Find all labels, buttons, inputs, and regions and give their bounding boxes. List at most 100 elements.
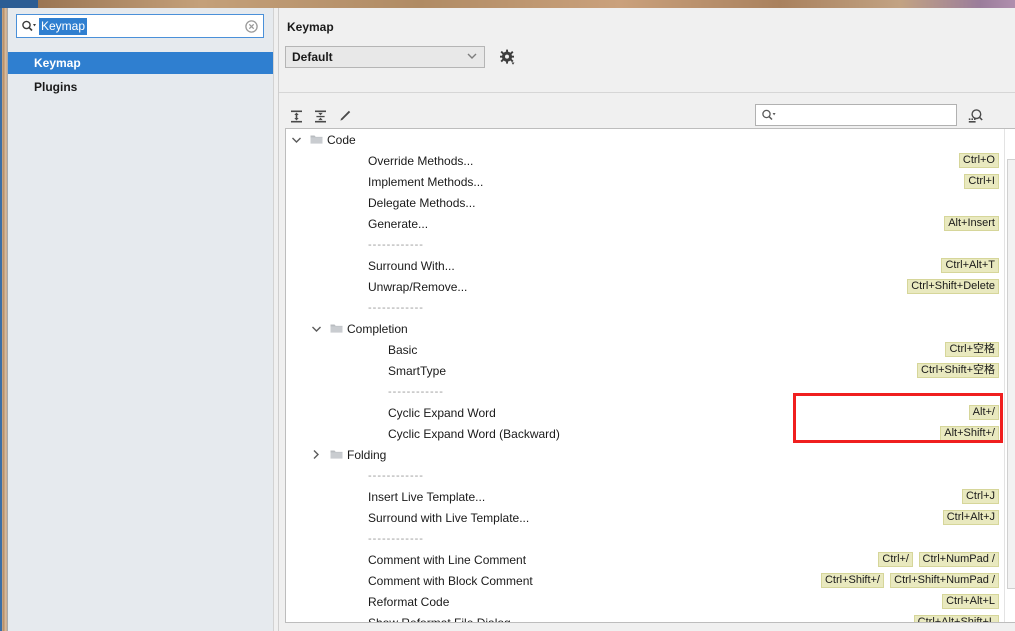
- sidebar-item-keymap[interactable]: Keymap: [8, 52, 273, 74]
- tree-row-label: Override Methods...: [368, 153, 474, 168]
- screenshot-root: Keymap Keymap Plugins Keymap Default Cod…: [0, 0, 1015, 631]
- tree-row-label: Reformat Code: [368, 594, 450, 609]
- shortcut-badge: Ctrl+I: [964, 174, 999, 189]
- tree-row-label: Code: [327, 132, 356, 147]
- settings-search-input[interactable]: Keymap: [39, 17, 88, 35]
- tree-row[interactable]: Generate... Alt+Insert: [286, 213, 1015, 234]
- tree-scrollbar-thumb[interactable]: [1007, 159, 1015, 589]
- search-icon[interactable]: [756, 109, 780, 122]
- tree-separator-row: ------------: [286, 381, 1015, 402]
- tree-row-label: Comment with Line Comment: [368, 552, 527, 567]
- tree-row-label: Folding: [347, 447, 387, 462]
- tree-row-label: Cyclic Expand Word: [388, 405, 496, 420]
- tree-row-label: Cyclic Expand Word (Backward): [388, 426, 560, 441]
- folder-icon: [310, 129, 323, 150]
- tree-separator-row: ------------: [286, 465, 1015, 486]
- tree-row-label: Basic: [388, 342, 418, 357]
- shortcut-badge: Ctrl+Alt+J: [942, 510, 999, 525]
- shortcut-badge: Ctrl+NumPad /: [918, 552, 999, 567]
- search-icon[interactable]: [17, 20, 39, 33]
- tree-rows-container: Code Override Methods... Ctrl+O Implement M…: [286, 129, 1015, 622]
- shortcut-badge: Ctrl+/: [878, 552, 913, 567]
- tree-row[interactable]: Cyclic Expand Word Alt+/: [286, 402, 1015, 423]
- tree-row[interactable]: Implement Methods... Ctrl+I: [286, 171, 1015, 192]
- keymap-action-tree[interactable]: Code Override Methods... Ctrl+O Implement M…: [285, 128, 1015, 623]
- folder-icon: [330, 318, 343, 339]
- expand-all-icon[interactable]: [284, 104, 308, 128]
- desktop-background-sliver: [0, 0, 7, 631]
- folder-icon: [330, 444, 343, 465]
- edit-pencil-icon[interactable]: [332, 104, 356, 128]
- tree-row-label: Comment with Block Comment: [368, 573, 533, 588]
- collapse-all-icon[interactable]: [308, 104, 332, 128]
- separator-label: ------------: [368, 238, 424, 251]
- shortcut-badge: Ctrl+O: [958, 153, 999, 168]
- close-icon[interactable]: [239, 19, 263, 33]
- shortcut-badge: Ctrl+空格: [945, 342, 999, 357]
- page-title: Keymap: [287, 20, 334, 34]
- sidebar-item-plugins[interactable]: Plugins: [8, 76, 273, 98]
- separator-label: ------------: [368, 469, 424, 482]
- shortcut-badge: Ctrl+J: [961, 489, 999, 504]
- shortcut-badge: Alt+Insert: [944, 216, 999, 231]
- settings-search-box[interactable]: Keymap: [16, 14, 264, 38]
- sidebar-item-label: Plugins: [34, 80, 78, 94]
- tree-row-label: Generate...: [368, 216, 429, 231]
- desktop-top-strip: [0, 0, 1015, 8]
- tree-row[interactable]: Delegate Methods...: [286, 192, 1015, 213]
- tree-row[interactable]: Reformat Code Ctrl+Alt+L: [286, 591, 1015, 612]
- tree-row-label: Surround With...: [368, 258, 455, 273]
- chevron-down-icon[interactable]: [290, 129, 302, 150]
- keymap-scheme-select[interactable]: Default: [285, 46, 485, 68]
- shortcut-badge: Alt+/: [968, 405, 999, 420]
- gear-icon[interactable]: [497, 47, 517, 67]
- keymap-search-input[interactable]: [780, 107, 956, 123]
- tree-separator-row: ------------: [286, 234, 1015, 255]
- tree-row[interactable]: Completion: [286, 318, 1015, 339]
- chevron-down-icon: [466, 51, 478, 63]
- keymap-toolbar: [279, 102, 1015, 130]
- panel-divider: [279, 92, 1015, 93]
- shortcut-badge: Ctrl+Alt+L: [942, 594, 999, 609]
- shortcut-badge: Ctrl+Alt+T: [941, 258, 999, 273]
- tree-row-label: SmartType: [388, 363, 447, 378]
- shortcut-badge: Ctrl+Shift+NumPad /: [890, 573, 999, 588]
- tree-row[interactable]: Basic Ctrl+空格: [286, 339, 1015, 360]
- shortcut-badge: Ctrl+Alt+Shift+L: [913, 615, 999, 622]
- shortcut-badge: Ctrl+Shift+空格: [917, 363, 999, 378]
- chevron-right-icon[interactable]: [310, 444, 322, 465]
- shortcut-badge: Ctrl+Shift+/: [820, 573, 884, 588]
- tree-row-label: Unwrap/Remove...: [368, 279, 468, 294]
- tree-scrollbar[interactable]: [1004, 129, 1015, 622]
- tree-row-label: Surround with Live Template...: [368, 510, 530, 525]
- keymap-search-box[interactable]: [755, 104, 957, 126]
- tree-row[interactable]: Folding: [286, 444, 1015, 465]
- tree-row[interactable]: Surround With... Ctrl+Alt+T: [286, 255, 1015, 276]
- tree-row[interactable]: Code: [286, 129, 1015, 150]
- tree-row[interactable]: Insert Live Template... Ctrl+J: [286, 486, 1015, 507]
- separator-label: ------------: [368, 301, 424, 314]
- settings-sidebar: Keymap Keymap Plugins: [8, 8, 273, 631]
- tree-row[interactable]: Show Reformat File Dialog Ctrl+Alt+Shift+…: [286, 612, 1015, 623]
- tree-row[interactable]: Comment with Line Comment Ctrl+/ Ctrl+NumP…: [286, 549, 1015, 570]
- shortcut-badge: Alt+Shift+/: [940, 426, 999, 441]
- find-by-shortcut-icon[interactable]: [963, 104, 987, 128]
- tree-row-label: Insert Live Template...: [368, 489, 486, 504]
- tree-row[interactable]: Unwrap/Remove... Ctrl+Shift+Delete: [286, 276, 1015, 297]
- tree-row-label: Delegate Methods...: [368, 195, 476, 210]
- tree-row[interactable]: Comment with Block Comment Ctrl+Shift+/ Ct…: [286, 570, 1015, 591]
- separator-label: ------------: [368, 532, 424, 545]
- tree-row[interactable]: Cyclic Expand Word (Backward) Alt+Shift+/: [286, 423, 1015, 444]
- tree-row[interactable]: Override Methods... Ctrl+O: [286, 150, 1015, 171]
- tree-row-label: Implement Methods...: [368, 174, 484, 189]
- tree-row[interactable]: SmartType Ctrl+Shift+空格: [286, 360, 1015, 381]
- separator-label: ------------: [388, 385, 444, 398]
- tree-row-label: Show Reformat File Dialog: [368, 615, 511, 623]
- tree-row-label: Completion: [347, 321, 408, 336]
- tree-separator-row: ------------: [286, 528, 1015, 549]
- tree-row[interactable]: Surround with Live Template... Ctrl+Alt+J: [286, 507, 1015, 528]
- shortcut-badge: Ctrl+Shift+Delete: [907, 279, 999, 294]
- chevron-down-icon[interactable]: [310, 318, 322, 339]
- settings-window: Keymap Keymap Plugins Keymap Default Cod…: [7, 8, 1015, 631]
- keymap-scheme-value: Default: [292, 50, 333, 64]
